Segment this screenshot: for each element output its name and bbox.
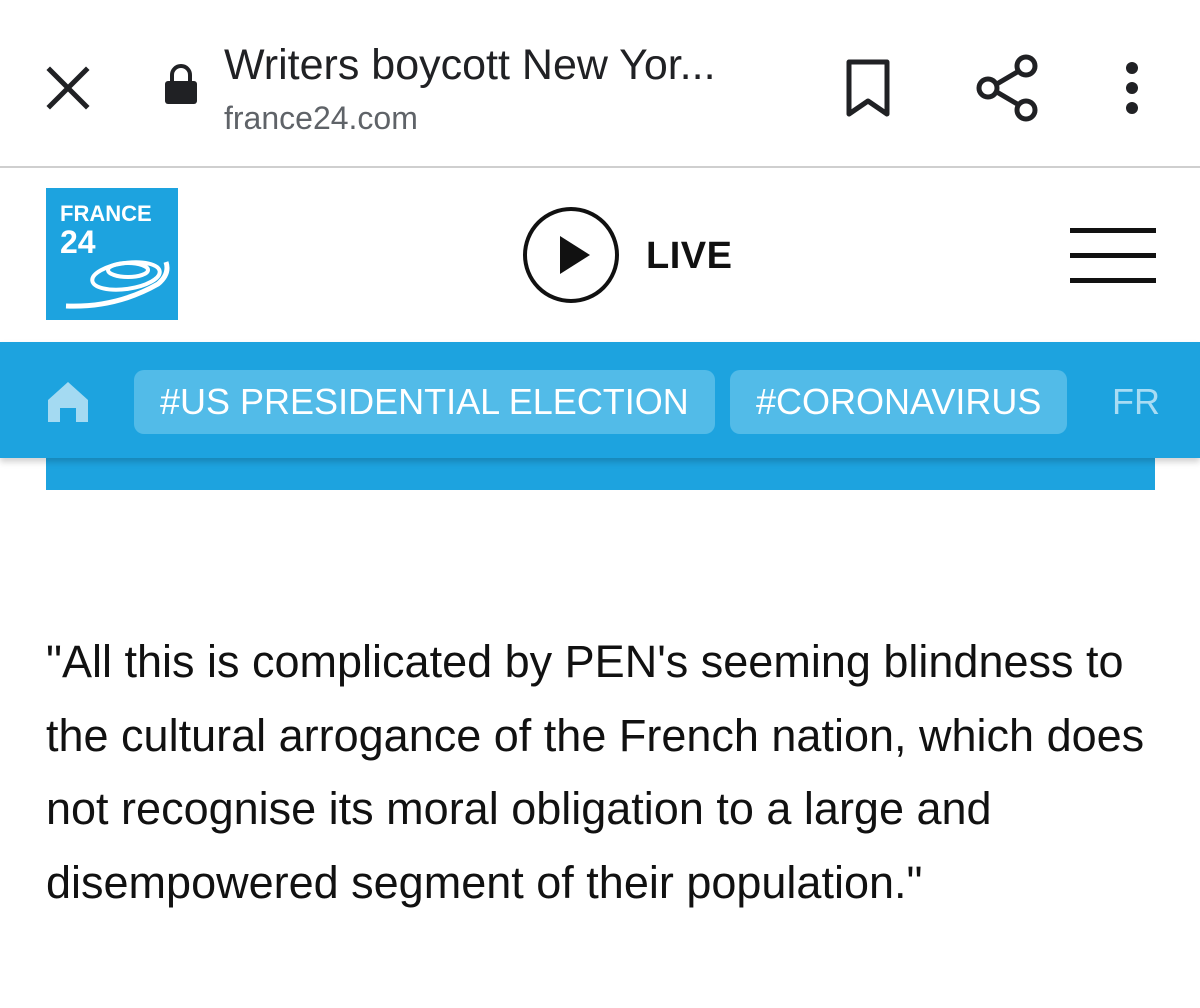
share-icon[interactable] — [968, 50, 1048, 126]
hamburger-menu-icon[interactable] — [1070, 228, 1156, 286]
topic-chip-partial[interactable]: FR — [1112, 370, 1160, 434]
site-header: FRANCE 24 LIVE — [0, 168, 1200, 342]
article-quote: "All this is complicated by PEN's seemin… — [46, 636, 1145, 908]
france24-logo[interactable]: FRANCE 24 — [46, 188, 178, 320]
more-vert-icon[interactable] — [1110, 54, 1154, 124]
custom-tab-toolbar: Writers boycott New Yor... france24.com — [0, 0, 1200, 168]
article-header-bar — [46, 458, 1155, 490]
topic-nav: #US PRESIDENTIAL ELECTION #CORONAVIRUS F… — [0, 342, 1200, 458]
home-icon[interactable] — [44, 378, 92, 426]
page-url: france24.com — [224, 100, 418, 136]
bookmark-icon[interactable] — [836, 52, 900, 124]
live-label: LIVE — [646, 235, 733, 277]
topic-chip-us-election[interactable]: #US PRESIDENTIAL ELECTION — [134, 370, 715, 434]
logo-wordmark: FRANCE — [60, 201, 152, 226]
logo-number: 24 — [60, 224, 96, 260]
page-title: Writers boycott New Yor... — [224, 41, 716, 89]
play-icon — [523, 207, 619, 303]
close-icon[interactable] — [36, 56, 100, 120]
lock-icon — [158, 62, 204, 108]
topic-chip-coronavirus[interactable]: #CORONAVIRUS — [730, 370, 1068, 434]
